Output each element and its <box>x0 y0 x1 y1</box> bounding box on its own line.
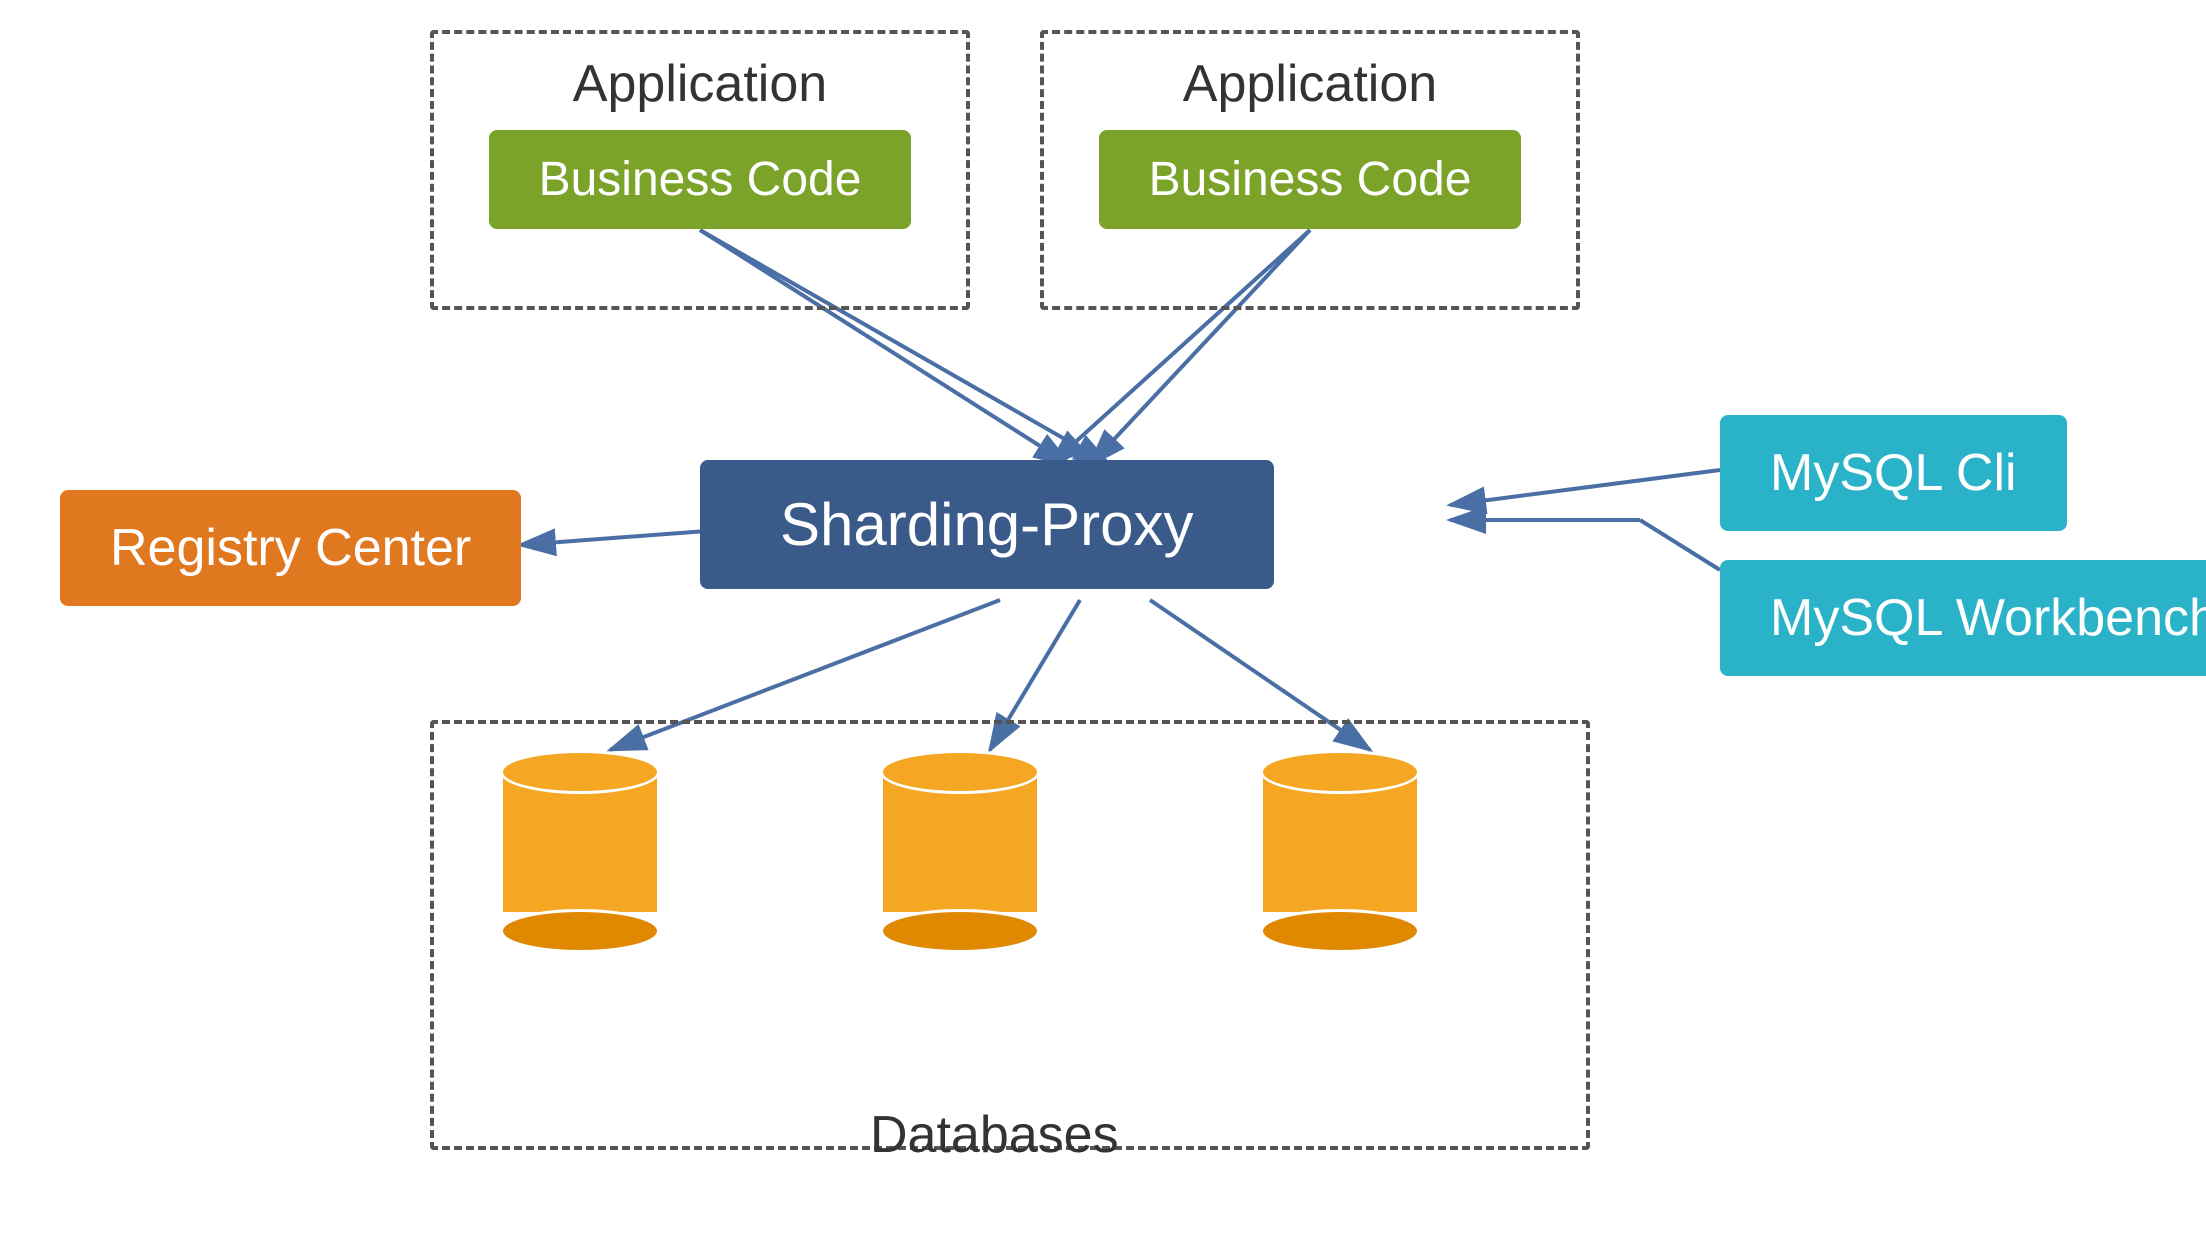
db-top-1 <box>500 750 660 794</box>
registry-center-box: Registry Center <box>60 490 521 606</box>
db-cylinder-2 <box>880 750 1040 953</box>
mysql-cli-box: MySQL Cli <box>1720 415 2067 531</box>
sharding-proxy-box: Sharding-Proxy <box>700 460 1274 589</box>
app2-business-code: Business Code <box>1099 130 1522 229</box>
app2-label: Application <box>1183 54 1437 114</box>
app1-label: Application <box>573 54 827 114</box>
db-cylinder-3 <box>1260 750 1420 953</box>
app2-box: Application Business Code <box>1040 30 1580 310</box>
diagram-container: Application Business Code Application Bu… <box>0 0 2206 1242</box>
db-top-3 <box>1260 750 1420 794</box>
app1-business-code: Business Code <box>489 130 912 229</box>
mysql-workbench-box: MySQL Workbench <box>1720 560 2206 676</box>
db-bottom-2 <box>880 909 1040 953</box>
db-bottom-1 <box>500 909 660 953</box>
db-bottom-3 <box>1260 909 1420 953</box>
databases-label: Databases <box>870 1105 1119 1165</box>
db-cylinder-1 <box>500 750 660 953</box>
app1-box: Application Business Code <box>430 30 970 310</box>
db-top-2 <box>880 750 1040 794</box>
